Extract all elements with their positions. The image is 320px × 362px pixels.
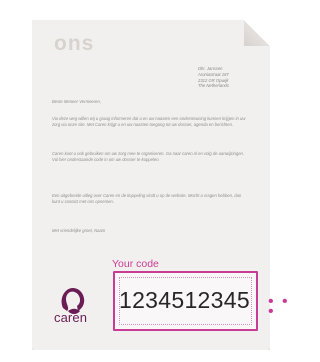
folded-corner <box>244 20 270 46</box>
letter-paragraph-1: Via deze weg willen wij u graag informer… <box>52 116 246 127</box>
code-value: 1234512345 <box>119 287 250 313</box>
code-label: Your code <box>112 258 159 270</box>
letter-preview: ons Dhr. Janssen Aroniastraat 187 2312 G… <box>0 0 302 362</box>
letter-paragraph-3: Een uitgebreide uitleg over Caren en de … <box>52 193 242 204</box>
letter-logo: ons <box>54 32 95 55</box>
letter-paragraph-2: Caren kunt u ook gebruiken om uw zorg me… <box>52 151 245 162</box>
dots-icon: • • • <box>268 293 290 320</box>
recipient-address: Dhr. Janssen Aroniastraat 187 2312 GR Op… <box>198 66 229 89</box>
letter-closing: Met vriendelijke groet, Naam <box>52 228 106 233</box>
letter-greeting: Beste Meneer Vermeeren, <box>52 99 101 104</box>
caren-wordmark: caren <box>54 310 88 325</box>
